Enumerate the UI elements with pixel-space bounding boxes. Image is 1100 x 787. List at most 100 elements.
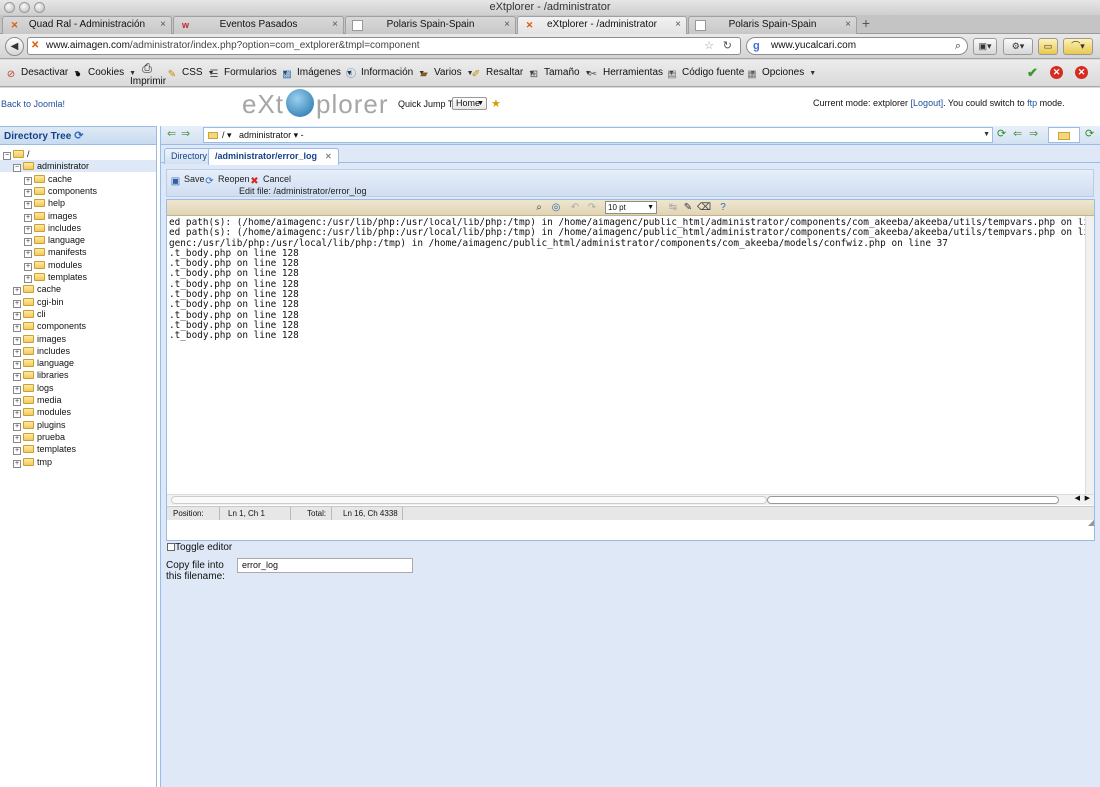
forward-arrow-icon[interactable]: ⇒	[1029, 128, 1038, 141]
expand-icon[interactable]: +	[24, 201, 32, 210]
expand-icon[interactable]: +	[24, 213, 32, 222]
close-tab-icon[interactable]: ×	[675, 17, 681, 33]
expand-icon[interactable]: +	[24, 250, 32, 259]
forward-arrow-icon[interactable]: ⇒	[181, 128, 190, 141]
wd-resaltar[interactable]: ✐ Resaltar ▼	[470, 67, 535, 81]
font-size-select[interactable]: 10 pt ▼	[605, 201, 657, 214]
tree-node[interactable]: + includes	[24, 222, 81, 234]
scroll-left-icon[interactable]: ◀	[1075, 494, 1080, 502]
bookmark-star-icon[interactable]: ☆	[704, 38, 714, 54]
save-button[interactable]: ▣ Save	[170, 173, 205, 187]
tree-node[interactable]: − administrator	[0, 160, 156, 173]
addon-button[interactable]: ▭	[1038, 38, 1058, 55]
help-icon[interactable]: ?	[717, 202, 729, 214]
web-developer-menu-button[interactable]: ▣▾	[973, 38, 997, 55]
close-tab-icon[interactable]: ✕	[325, 152, 332, 161]
scrollbar-thumb[interactable]	[767, 496, 1059, 504]
tree-node[interactable]: + images	[13, 333, 66, 345]
reopen-button[interactable]: ⟳ Reopen	[204, 173, 249, 187]
expand-icon[interactable]: +	[13, 361, 21, 370]
expand-icon[interactable]: +	[13, 336, 21, 345]
expand-icon[interactable]: +	[24, 225, 32, 234]
logout-link[interactable]: [Logout]	[911, 98, 944, 108]
tree-node[interactable]: + modules	[13, 406, 71, 419]
close-tab-icon[interactable]: ×	[504, 17, 510, 33]
tree-node[interactable]: + cache	[24, 173, 72, 185]
new-tab-button[interactable]: +	[858, 16, 874, 32]
browser-tab-polaris-1[interactable]: Polaris Spain-Spain ×	[345, 16, 516, 34]
wd-opciones[interactable]: ▦ Opciones ▼	[746, 67, 816, 81]
collapse-icon[interactable]: −	[3, 152, 11, 160]
back-arrow-icon[interactable]: ⇐	[1013, 128, 1022, 141]
expand-icon[interactable]: +	[24, 275, 32, 283]
search-field[interactable]: g www.yucalcari.com ⌕	[746, 37, 968, 55]
reload-icon[interactable]: ↻	[723, 38, 732, 54]
tree-node[interactable]: + help	[24, 197, 65, 210]
tree-node[interactable]: + manifests	[24, 246, 87, 259]
search-replace-icon[interactable]: ⌕	[533, 202, 545, 214]
browser-tab-extplorer[interactable]: ✕ eXtplorer - /administrator ×	[517, 16, 687, 34]
cancel-button[interactable]: ✖ Cancel	[249, 173, 291, 187]
tab-directory[interactable]: Directory	[164, 148, 215, 164]
expand-icon[interactable]: +	[13, 299, 21, 308]
tab-error-log[interactable]: /administrator/error_log ✕	[208, 148, 339, 165]
back-arrow-icon[interactable]: ⇐	[167, 128, 176, 141]
expand-icon[interactable]: +	[24, 188, 32, 197]
tree-node[interactable]: + templates	[24, 271, 87, 283]
js-error-icon[interactable]: ✕	[1075, 66, 1088, 79]
tree-node[interactable]: + cgi-bin	[13, 296, 64, 308]
expand-icon[interactable]: +	[13, 324, 21, 333]
close-tab-icon[interactable]: ×	[332, 17, 338, 33]
tree-node[interactable]: + media	[13, 394, 62, 406]
expand-icon[interactable]: +	[24, 176, 32, 185]
ftp-link[interactable]: ftp	[1027, 98, 1037, 108]
wd-varios[interactable]: ▰ Varios ▼	[418, 67, 473, 81]
expand-icon[interactable]: +	[13, 398, 21, 406]
expand-icon[interactable]: +	[13, 385, 21, 394]
toggle-editor-checkbox[interactable]	[167, 543, 175, 551]
close-tab-icon[interactable]: ×	[845, 17, 851, 33]
expand-icon[interactable]: +	[13, 311, 21, 320]
code-editor[interactable]: ⌕ ◎ ↶ ↷ 10 pt ▼ ↹ ✎ ⌫ ? ed path(s): (/hom…	[166, 199, 1095, 541]
highlight-icon[interactable]: ✎	[682, 202, 694, 214]
back-button[interactable]: ◀	[5, 37, 24, 56]
quick-jump-select[interactable]: Home ▼	[452, 97, 487, 110]
tree-node[interactable]: + plugins	[13, 419, 66, 431]
browser-tab-eventos[interactable]: w Eventos Pasados ×	[173, 16, 344, 34]
refresh-icon[interactable]: ⟳	[74, 127, 83, 145]
tree-node[interactable]: + tmp	[13, 456, 52, 468]
expand-icon[interactable]: +	[13, 434, 21, 443]
bookmark-star-icon[interactable]: ★	[491, 97, 501, 110]
expand-icon[interactable]: +	[13, 348, 21, 357]
tree-node[interactable]: + language	[13, 357, 74, 370]
expand-icon[interactable]: +	[13, 287, 21, 296]
tree-node[interactable]: + prueba	[13, 431, 65, 443]
tree-node[interactable]: + templates	[13, 443, 76, 456]
tools-menu-button[interactable]: ⚙▾	[1003, 38, 1033, 55]
wd-desactivar[interactable]: ⊘ Desactivar ▼	[5, 67, 80, 81]
address-bar[interactable]: ✕ www.aimagen.com/administrator/index.ph…	[27, 37, 741, 55]
expand-icon[interactable]: +	[24, 238, 32, 247]
tree-node[interactable]: + language	[24, 234, 85, 247]
close-window-button[interactable]	[4, 2, 15, 13]
browser-tab-quad-ral[interactable]: ✕ Quad Ral - Administración ×	[2, 16, 172, 34]
expand-icon[interactable]: +	[13, 422, 21, 431]
tree-node[interactable]: + cli	[13, 308, 46, 320]
redo-icon[interactable]: ↷	[586, 202, 598, 214]
wd-codigo-fuente[interactable]: ▤ Código fuente ▼	[666, 67, 756, 81]
wd-herramientas[interactable]: ✂ Herramientas ▼	[587, 67, 675, 81]
imprimir-button[interactable]: ⎙ Imprimir	[130, 62, 166, 87]
tree-node[interactable]: + includes	[13, 345, 70, 357]
resize-grip-icon[interactable]: ◢	[1088, 518, 1094, 527]
css-error-icon[interactable]: ✕	[1050, 66, 1063, 79]
expand-icon[interactable]: +	[13, 459, 21, 468]
reload-icon[interactable]: ⟳	[1085, 128, 1094, 141]
back-to-joomla-link[interactable]: Back to Joomla!	[1, 99, 65, 109]
wd-formularios[interactable]: ☰ Formularios ▼	[208, 67, 289, 81]
expand-icon[interactable]: +	[24, 262, 32, 271]
search-icon[interactable]: ⌕	[955, 38, 961, 54]
validation-check-icon[interactable]: ✔	[1026, 66, 1039, 79]
toggle-editor[interactable]: Toggle editor	[167, 542, 232, 553]
tree-node[interactable]: + images	[24, 210, 77, 222]
browser-tab-polaris-2[interactable]: Polaris Spain-Spain ×	[688, 16, 857, 34]
